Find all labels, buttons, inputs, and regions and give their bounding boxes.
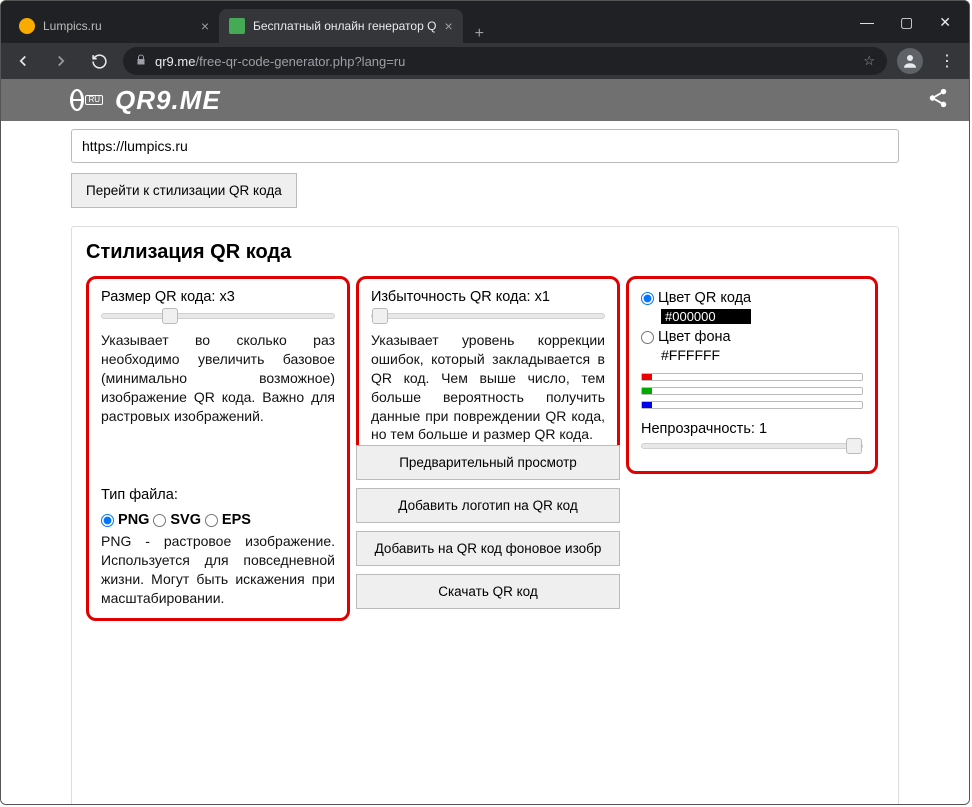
new-tab-button[interactable]: + [463, 25, 496, 43]
close-tab-icon[interactable]: × [444, 18, 452, 34]
filetype-label: Тип файла: [101, 487, 335, 503]
size-help: Указывает во сколько раз необходимо увел… [101, 331, 335, 425]
close-window-button[interactable]: ✕ [939, 14, 951, 31]
bg-color-hex: #FFFFFF [661, 347, 863, 363]
color-column: Цвет QR кода #000000 Цвет фона #FFFFFF [626, 276, 878, 474]
url-text: qr9.me/free-qr-code-generator.php?lang=r… [155, 54, 855, 69]
green-slider[interactable] [641, 387, 863, 395]
close-tab-icon[interactable]: × [201, 18, 209, 34]
address-bar: qr9.me/free-qr-code-generator.php?lang=r… [1, 43, 969, 79]
tab-lumpics[interactable]: Lumpics.ru × [9, 9, 219, 43]
forward-button[interactable] [47, 47, 75, 75]
share-icon[interactable] [927, 87, 949, 114]
preview-button[interactable]: Предварительный просмотр [356, 445, 620, 480]
bookmark-star-icon[interactable]: ☆ [863, 53, 875, 69]
reload-button[interactable] [85, 47, 113, 75]
add-logo-button[interactable]: Добавить логотип на QR код [356, 488, 620, 523]
bg-color-option[interactable]: Цвет фона [641, 328, 863, 345]
minimize-button[interactable]: — [860, 14, 874, 30]
size-column: Размер QR кода: x3 Указывает во сколько … [86, 276, 350, 621]
redundancy-column: Избыточность QR кода: x1 Указывает урове… [356, 276, 620, 457]
qr-color-option[interactable]: Цвет QR кода [641, 289, 863, 306]
go-styling-button[interactable]: Перейти к стилизации QR кода [71, 173, 297, 208]
opacity-slider[interactable] [641, 443, 863, 449]
kebab-menu-icon[interactable]: ⋮ [933, 51, 961, 71]
titlebar: Lumpics.ru × Бесплатный онлайн генератор… [1, 1, 969, 43]
back-button[interactable] [9, 47, 37, 75]
filetype-options: PNG SVG EPS [101, 511, 335, 528]
slider-thumb[interactable] [372, 308, 388, 324]
redundancy-slider[interactable] [371, 313, 605, 319]
filetype-help: PNG - растровое изображение. Используетс… [101, 532, 335, 608]
opacity-label: Непрозрачность: 1 [641, 421, 863, 437]
filetype-png[interactable]: PNG [101, 512, 149, 528]
favicon-qr9 [229, 18, 245, 34]
favicon-lumpics [19, 18, 35, 34]
blue-slider[interactable] [641, 401, 863, 409]
tab-title: Бесплатный онлайн генератор Q [253, 19, 436, 33]
maximize-button[interactable]: ▢ [900, 14, 913, 31]
download-button[interactable]: Скачать QR код [356, 574, 620, 609]
styling-panel: Стилизация QR кода Размер QR кода: x3 Ук… [71, 226, 899, 804]
filetype-svg[interactable]: SVG [153, 512, 201, 528]
main-content: Перейти к стилизации QR кода Стилизация … [1, 121, 969, 804]
red-slider[interactable] [641, 373, 863, 381]
lock-icon [135, 54, 147, 69]
lang-badge: RU [85, 95, 103, 105]
redundancy-help: Указывает уровень коррекции ошибок, кото… [371, 331, 605, 444]
action-buttons: Предварительный просмотр Добавить логоти… [356, 445, 620, 609]
qr-color-hex[interactable]: #000000 [661, 309, 751, 324]
window-controls: — ▢ ✕ [842, 1, 969, 43]
site-header: RU QR9.ME [1, 79, 969, 121]
panel-heading: Стилизация QR кода [86, 241, 884, 264]
globe-icon: RU [71, 88, 103, 112]
omnibox[interactable]: qr9.me/free-qr-code-generator.php?lang=r… [123, 47, 887, 75]
site-title: QR9.ME [115, 85, 221, 116]
tab-title: Lumpics.ru [43, 19, 193, 33]
tabs-row: Lumpics.ru × Бесплатный онлайн генератор… [1, 1, 842, 43]
size-label: Размер QR кода: x3 [101, 289, 335, 305]
size-slider[interactable] [101, 313, 335, 319]
qr-url-input[interactable] [71, 129, 899, 163]
browser-window: Lumpics.ru × Бесплатный онлайн генератор… [0, 0, 970, 805]
tab-qr9[interactable]: Бесплатный онлайн генератор Q × [219, 9, 463, 43]
redundancy-label: Избыточность QR кода: x1 [371, 289, 605, 305]
page-content: RU QR9.ME Перейти к стилизации QR кода С… [1, 79, 969, 804]
filetype-eps[interactable]: EPS [205, 512, 251, 528]
slider-thumb[interactable] [846, 438, 862, 454]
add-bg-button[interactable]: Добавить на QR код фоновое изобр [356, 531, 620, 566]
slider-thumb[interactable] [162, 308, 178, 324]
profile-avatar[interactable] [897, 48, 923, 74]
